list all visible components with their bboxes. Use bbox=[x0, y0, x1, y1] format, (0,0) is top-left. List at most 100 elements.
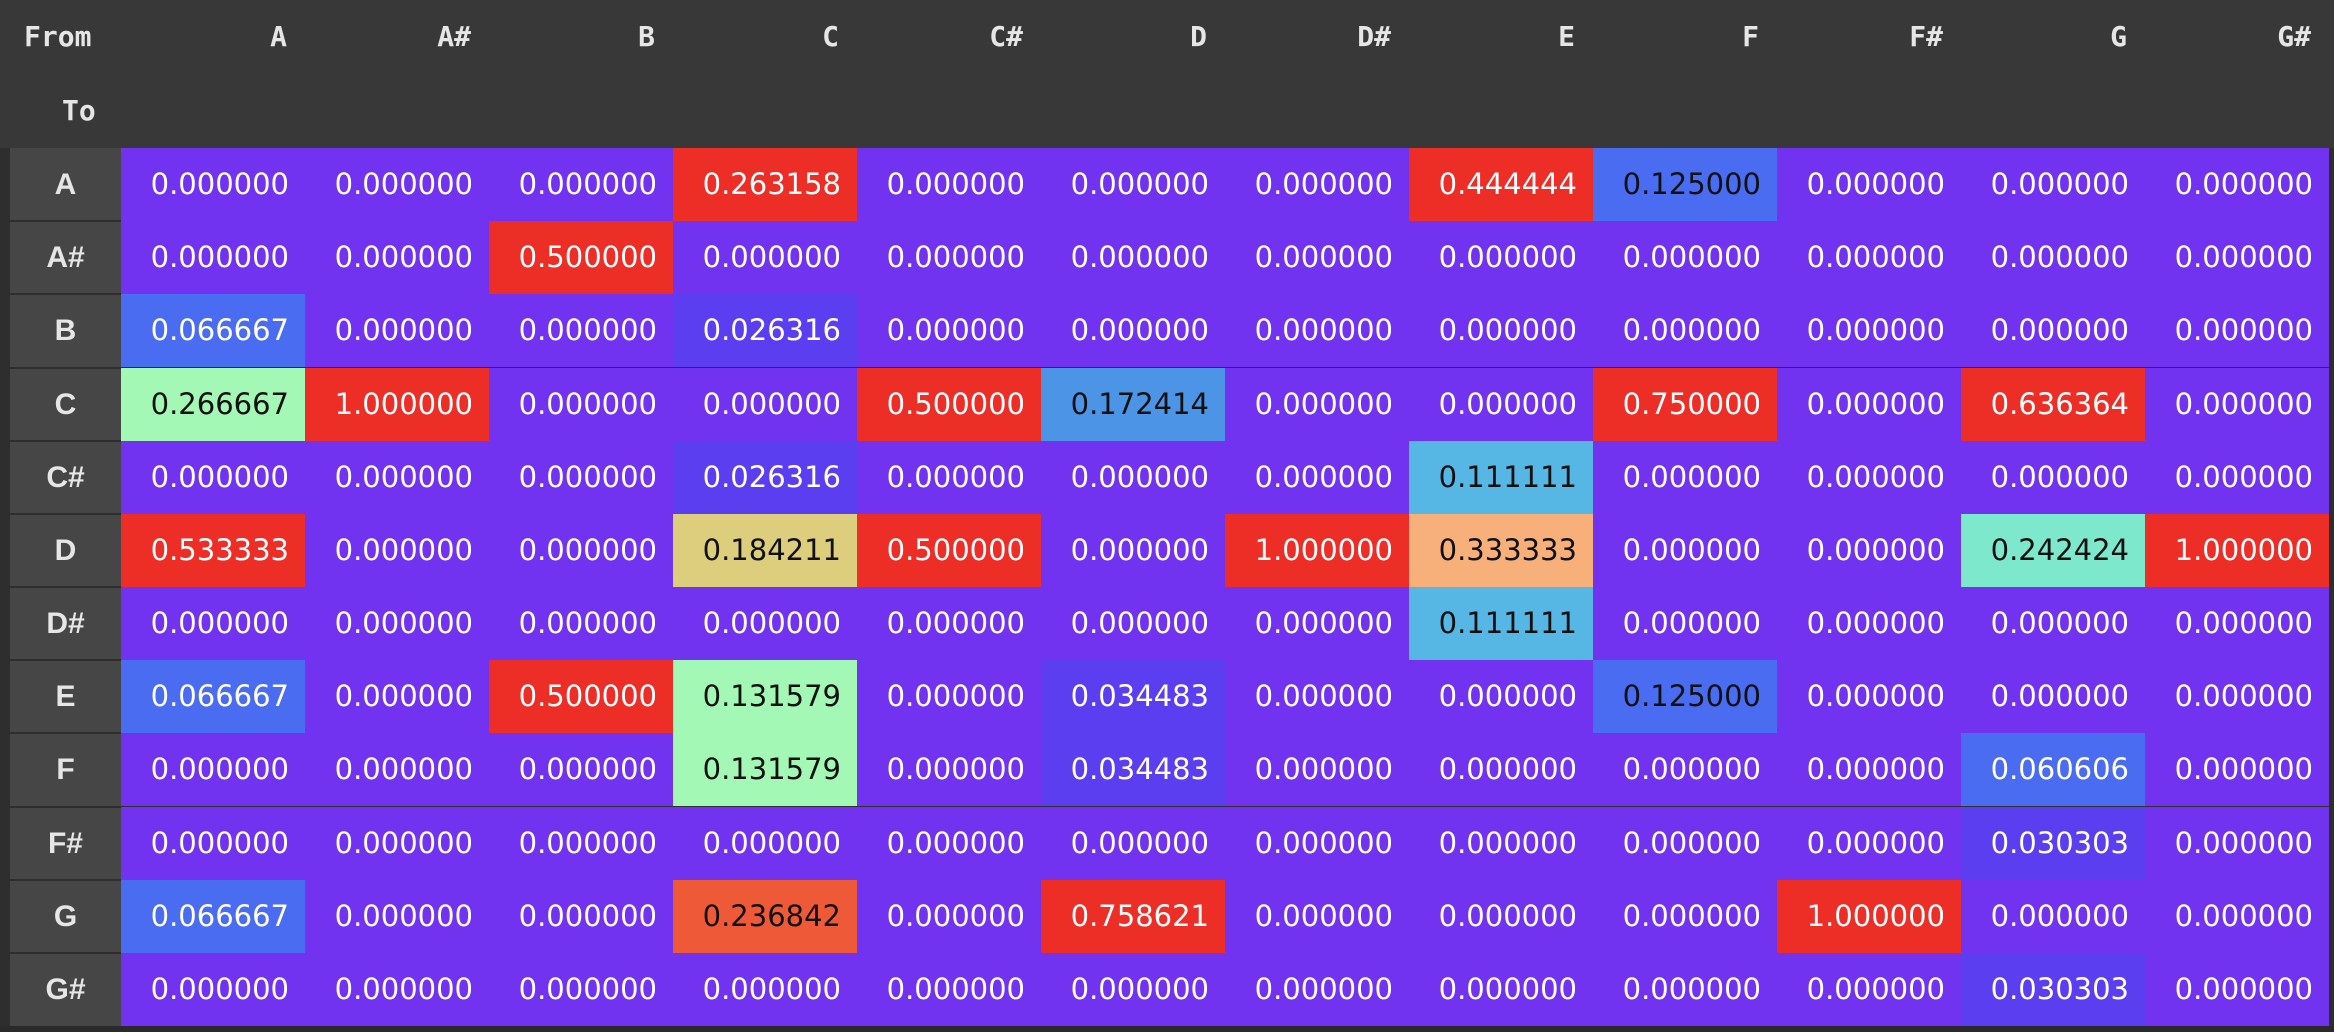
heatmap-cell: 0.000000 bbox=[121, 952, 305, 1026]
heatmap-cell: 0.000000 bbox=[489, 806, 673, 880]
heatmap-cell: 0.236842 bbox=[673, 879, 857, 953]
heatmap-cell: 0.000000 bbox=[1777, 513, 1961, 587]
heatmap-cell: 0.172414 bbox=[1041, 367, 1225, 441]
heatmap-cell: 0.000000 bbox=[1041, 294, 1225, 368]
row-divider bbox=[10, 366, 121, 369]
column-header: G# bbox=[2277, 20, 2311, 53]
heatmap-cell: 1.000000 bbox=[1225, 513, 1409, 587]
heatmap-cell: 0.000000 bbox=[489, 733, 673, 807]
heatmap-cell: 0.026316 bbox=[673, 440, 857, 514]
heatmap-cell: 0.000000 bbox=[305, 660, 489, 734]
heatmap-cell: 0.000000 bbox=[1961, 879, 2145, 953]
heatmap-cell: 0.000000 bbox=[1409, 660, 1593, 734]
row-label: A bbox=[54, 168, 77, 201]
heatmap-cell: 0.034483 bbox=[1041, 733, 1225, 807]
heatmap-cell: 0.000000 bbox=[1041, 806, 1225, 880]
row-divider bbox=[10, 878, 121, 881]
row-label: A# bbox=[46, 241, 85, 275]
heatmap-cell: 0.263158 bbox=[673, 148, 857, 222]
heatmap-cell: 0.000000 bbox=[857, 879, 1041, 953]
row-label: C# bbox=[46, 460, 85, 494]
heatmap-cell: 0.000000 bbox=[305, 587, 489, 661]
heatmap-cell: 0.000000 bbox=[489, 587, 673, 661]
row-label: F bbox=[56, 753, 75, 787]
heatmap-cell: 0.030303 bbox=[1961, 952, 2145, 1026]
heatmap-cell: 0.000000 bbox=[1961, 148, 2145, 222]
heatmap-cell: 0.000000 bbox=[305, 221, 489, 295]
row-divider bbox=[10, 512, 121, 515]
row-divider bbox=[10, 293, 121, 296]
bottom-strip bbox=[0, 1026, 2334, 1032]
column-header: C# bbox=[989, 20, 1023, 53]
heatmap-cell: 0.000000 bbox=[121, 806, 305, 880]
heatmap-cell: 0.000000 bbox=[857, 148, 1041, 222]
row-divider bbox=[10, 732, 121, 735]
heatmap-cell: 0.000000 bbox=[1041, 221, 1225, 295]
row-divider bbox=[10, 951, 121, 954]
heatmap-cell: 0.184211 bbox=[673, 513, 857, 587]
heatmap-cell: 0.000000 bbox=[1041, 513, 1225, 587]
heatmap-cell: 0.000000 bbox=[2145, 148, 2329, 222]
heatmap-cell: 0.000000 bbox=[489, 294, 673, 368]
heatmap-cell: 0.000000 bbox=[1593, 294, 1777, 368]
heatmap-cell: 0.000000 bbox=[1593, 587, 1777, 661]
heatmap-cell: 0.000000 bbox=[1041, 440, 1225, 514]
heatmap-cell: 0.000000 bbox=[673, 587, 857, 661]
heatmap-table: From To A A# B C C# D D# E F F# G G# A A# B C C# D D# E F F#… bbox=[0, 0, 2334, 1032]
heatmap-cell: 0.000000 bbox=[489, 148, 673, 222]
heatmap-cell: 0.000000 bbox=[1593, 879, 1777, 953]
row-label: D bbox=[54, 533, 77, 567]
heatmap-cell: 0.000000 bbox=[1777, 440, 1961, 514]
heatmap-cell: 0.000000 bbox=[1409, 806, 1593, 880]
heatmap-cell: 0.111111 bbox=[1409, 587, 1593, 661]
heatmap-cell: 0.034483 bbox=[1041, 660, 1225, 734]
heatmap-cell: 0.000000 bbox=[305, 952, 489, 1026]
heatmap-cell: 0.000000 bbox=[1593, 221, 1777, 295]
heatmap-cell: 0.000000 bbox=[1409, 221, 1593, 295]
heatmap-cell: 0.636364 bbox=[1961, 367, 2145, 441]
heatmap-cell: 0.000000 bbox=[1225, 806, 1409, 880]
row-label: G# bbox=[45, 972, 86, 1006]
heatmap-cell: 0.131579 bbox=[673, 733, 857, 807]
column-header: D# bbox=[1357, 20, 1391, 53]
heatmap-cell: 0.000000 bbox=[857, 587, 1041, 661]
heatmap-cell: 0.000000 bbox=[1593, 952, 1777, 1026]
heatmap-cell: 0.000000 bbox=[1777, 733, 1961, 807]
heatmap-cell: 0.000000 bbox=[305, 806, 489, 880]
column-header: F bbox=[1742, 20, 1759, 53]
heatmap-cell: 0.000000 bbox=[2145, 440, 2329, 514]
heatmap-cell: 0.000000 bbox=[2145, 294, 2329, 368]
heatmap-cell: 0.000000 bbox=[1409, 294, 1593, 368]
heatmap-cell: 0.000000 bbox=[2145, 879, 2329, 953]
column-header: A bbox=[270, 20, 287, 53]
from-label: From bbox=[24, 20, 92, 53]
heatmap-cell: 0.533333 bbox=[121, 513, 305, 587]
heatmap-cell: 0.000000 bbox=[857, 806, 1041, 880]
heatmap-cell: 0.000000 bbox=[673, 952, 857, 1026]
heatmap-cell: 0.000000 bbox=[1777, 806, 1961, 880]
heatmap-cell: 1.000000 bbox=[2145, 513, 2329, 587]
row-divider bbox=[10, 439, 121, 442]
heatmap-cell: 0.266667 bbox=[121, 367, 305, 441]
heatmap-cell: 0.000000 bbox=[121, 440, 305, 514]
heatmap-cell: 0.000000 bbox=[1777, 587, 1961, 661]
heatmap-cell: 0.000000 bbox=[857, 660, 1041, 734]
heatmap-cell: 0.000000 bbox=[121, 587, 305, 661]
heatmap-cell: 0.000000 bbox=[1593, 440, 1777, 514]
heatmap-cell: 0.000000 bbox=[2145, 660, 2329, 734]
heatmap-cell: 0.000000 bbox=[305, 513, 489, 587]
heatmap-cell: 0.026316 bbox=[673, 294, 857, 368]
heatmap-cell: 0.000000 bbox=[1409, 952, 1593, 1026]
heatmap-cell: 0.000000 bbox=[857, 952, 1041, 1026]
heatmap-cell: 0.000000 bbox=[1593, 513, 1777, 587]
row-label: G bbox=[53, 899, 78, 933]
heatmap-cell: 0.000000 bbox=[489, 879, 673, 953]
heatmap-cell: 0.030303 bbox=[1961, 806, 2145, 880]
row-label: E bbox=[55, 680, 76, 714]
heatmap-cell: 0.000000 bbox=[1225, 367, 1409, 441]
heatmap-cell: 0.000000 bbox=[1409, 733, 1593, 807]
heatmap-cell: 0.000000 bbox=[121, 148, 305, 222]
column-header: C bbox=[822, 20, 839, 53]
heatmap-cell: 0.000000 bbox=[2145, 221, 2329, 295]
heatmap-cell: 0.000000 bbox=[305, 148, 489, 222]
